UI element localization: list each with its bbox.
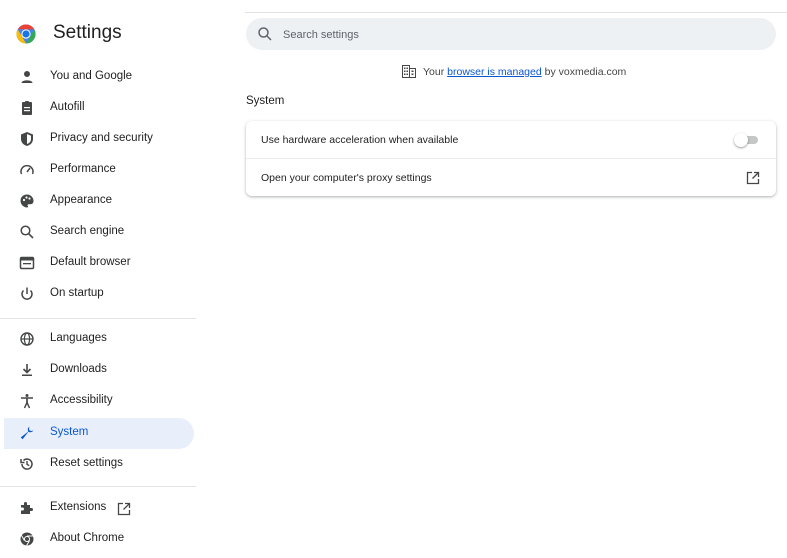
search-bar[interactable] xyxy=(246,18,776,52)
sidebar-item-languages[interactable]: Languages xyxy=(0,324,194,355)
sidebar-item-on-startup[interactable]: On startup xyxy=(0,279,194,310)
sidebar-item-default-browser[interactable]: Default browser xyxy=(0,248,194,279)
sidebar-item-label: Default browser xyxy=(50,256,131,268)
hardware-acceleration-label: Use hardware acceleration when available xyxy=(261,134,459,146)
sidebar-item-downloads[interactable]: Downloads xyxy=(0,355,194,386)
sidebar-item-label: Appearance xyxy=(50,194,113,206)
sidebar-item-label: Extensions xyxy=(50,501,107,513)
sidebar-item-label: Autofill xyxy=(50,101,85,113)
person-icon xyxy=(21,71,33,83)
globe-icon xyxy=(20,332,34,346)
managed-suffix: by voxmedia.com xyxy=(541,66,627,78)
sidebar-item-label: About Chrome xyxy=(50,532,125,544)
power-icon xyxy=(21,287,33,300)
building-icon xyxy=(402,65,416,78)
puzzle-icon xyxy=(21,502,33,514)
sidebar-item-privacy-and-security[interactable]: Privacy and security xyxy=(0,124,194,155)
sidebar-item-you-and-google[interactable]: You and Google xyxy=(0,62,194,93)
sidebar-item-search-engine[interactable]: Search engine xyxy=(0,217,194,248)
sidebar-item-extensions[interactable]: Extensions xyxy=(0,493,194,524)
toggle-knob xyxy=(734,133,748,147)
sidebar-item-label: Privacy and security xyxy=(50,132,153,144)
clipboard-icon xyxy=(22,101,32,115)
sidebar-item-label: On startup xyxy=(50,287,104,299)
wrench-icon xyxy=(20,426,34,440)
open-in-new-icon[interactable] xyxy=(117,502,131,516)
search-icon xyxy=(20,225,34,239)
sidebar-item-label: You and Google xyxy=(50,70,133,82)
palette-icon xyxy=(20,194,34,208)
search-icon xyxy=(258,27,272,41)
hardware-acceleration-toggle[interactable] xyxy=(734,133,758,147)
sidebar-item-label: Reset settings xyxy=(50,457,123,469)
shield-icon xyxy=(21,132,33,146)
sidebar-divider xyxy=(0,318,196,319)
sidebar-item-performance[interactable]: Performance xyxy=(0,155,194,186)
open-in-new-icon[interactable] xyxy=(746,171,760,185)
sidebar-divider xyxy=(0,486,196,487)
sidebar-item-appearance[interactable]: Appearance xyxy=(0,186,194,217)
header-divider xyxy=(245,12,787,13)
proxy-settings-row[interactable]: Open your computer's proxy settings xyxy=(246,159,776,196)
sidebar-item-system[interactable]: System xyxy=(4,418,194,449)
browser-window-icon xyxy=(19,256,35,270)
managed-text: Your browser is managed by voxmedia.com xyxy=(423,66,626,78)
sidebar-item-label: Accessibility xyxy=(50,394,113,406)
search-input[interactable] xyxy=(281,18,765,52)
chrome-icon xyxy=(20,532,34,546)
sidebar-item-about-chrome[interactable]: About Chrome xyxy=(0,524,194,555)
accessibility-icon xyxy=(21,394,33,409)
download-icon xyxy=(22,364,32,376)
sidebar-item-label: System xyxy=(50,426,89,438)
system-settings-card: Use hardware acceleration when available… xyxy=(246,121,776,196)
browser-managed-link[interactable]: browser is managed xyxy=(447,66,542,78)
speedometer-icon xyxy=(20,164,34,175)
managed-prefix: Your xyxy=(423,66,448,78)
sidebar-item-label: Languages xyxy=(50,332,107,344)
sidebar-item-label: Downloads xyxy=(50,363,107,375)
section-title: System xyxy=(246,95,285,107)
proxy-settings-label: Open your computer's proxy settings xyxy=(261,172,432,184)
sidebar-item-reset-settings[interactable]: Reset settings xyxy=(0,449,194,480)
sidebar-item-label: Search engine xyxy=(50,225,125,237)
sidebar-item-accessibility[interactable]: Accessibility xyxy=(0,386,194,417)
chrome-logo-icon xyxy=(16,24,36,44)
sidebar-item-autofill[interactable]: Autofill xyxy=(0,93,194,124)
sidebar-item-label: Performance xyxy=(50,163,116,175)
hardware-acceleration-row[interactable]: Use hardware acceleration when available xyxy=(246,121,776,158)
app-title: Settings xyxy=(53,22,122,43)
history-icon xyxy=(20,458,33,470)
